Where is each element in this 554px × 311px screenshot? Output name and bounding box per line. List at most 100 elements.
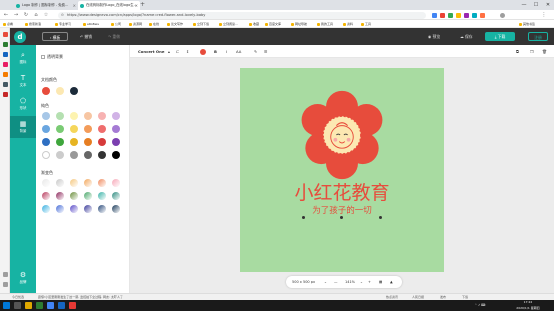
layer-icon[interactable]: ❒ [530, 45, 533, 58]
selection-handle[interactable] [302, 216, 305, 219]
app-shortcut-icon[interactable] [2, 42, 8, 47]
sidebar-item-shapes[interactable]: ⬠ 形状 [10, 93, 36, 115]
zoom-level-select[interactable]: 141% [345, 276, 355, 288]
doc-color-swatch[interactable] [70, 87, 78, 95]
bookmark-item[interactable]: 论文写作 [166, 20, 183, 28]
solid-color-swatch[interactable] [84, 125, 92, 133]
url-input[interactable]: ⊙ https://www.designevo.com/cn/apps/logo… [58, 11, 426, 19]
logo-title-text[interactable]: 小红花教育 [240, 181, 444, 205]
layers-icon[interactable]: ▲ [390, 276, 393, 288]
bookmark-item[interactable]: 资源网 [128, 20, 142, 28]
sidebar-item-brand[interactable]: ⚙ 品牌 [10, 267, 36, 289]
profile-avatar-icon[interactable] [500, 12, 505, 18]
solid-color-swatch[interactable] [42, 138, 50, 146]
solid-color-swatch[interactable] [42, 151, 50, 159]
selection-handle[interactable] [340, 216, 343, 219]
checkbox-icon[interactable] [41, 54, 45, 59]
curve-text-icon[interactable]: ✎ [254, 45, 257, 58]
bookmark-item[interactable]: 百度文库 [264, 20, 281, 28]
solid-color-swatch[interactable] [84, 151, 92, 159]
login-button[interactable]: 注册 [528, 32, 548, 41]
gradient-color-swatch[interactable] [112, 205, 120, 213]
bold-button[interactable]: B [214, 45, 217, 58]
canvas-size-select[interactable]: 500 x 500 px [292, 276, 315, 288]
font-family-select[interactable]: Concert One [138, 45, 164, 58]
doc-color-swatch[interactable] [42, 87, 50, 95]
settings-gear-icon[interactable] [2, 272, 8, 277]
align-icon[interactable]: ☰ [264, 45, 267, 58]
bookmark-item[interactable]: 公司 [110, 20, 121, 28]
gradient-color-swatch[interactable] [98, 179, 106, 187]
solid-color-swatch[interactable] [56, 151, 64, 159]
home-icon[interactable]: ⌂ [32, 11, 40, 19]
bookmark-item[interactable]: 搜索新浪 [24, 20, 41, 28]
solid-color-swatch[interactable] [98, 112, 106, 120]
letter-case-button[interactable]: AA [236, 45, 241, 58]
bookmark-item[interactable]: 立刻阅读… [218, 20, 238, 28]
solid-color-swatch[interactable] [70, 125, 78, 133]
doc-color-swatch[interactable] [56, 87, 64, 95]
gradient-color-swatch[interactable] [56, 205, 64, 213]
app-taskbar-icon[interactable] [69, 302, 76, 309]
gradient-color-swatch[interactable] [56, 179, 64, 187]
delete-icon[interactable]: 🗑 [542, 45, 547, 58]
bookmark-item[interactable]: 资料 [342, 20, 353, 28]
forward-arrow-icon[interactable]: → [12, 11, 20, 19]
undo-button[interactable]: ↶ 撤销 [80, 32, 92, 41]
reload-icon[interactable]: ↻ [22, 11, 30, 19]
dropdown-chevron-icon[interactable]: ⌄ [360, 276, 363, 288]
text-color-swatch[interactable] [200, 48, 206, 55]
sidebar-item-text[interactable]: T 文本 [10, 70, 36, 92]
save-button[interactable]: ☁ 保存 [460, 32, 473, 41]
solid-color-swatch[interactable] [70, 138, 78, 146]
selection-handle[interactable] [379, 216, 382, 219]
solid-color-swatch[interactable] [56, 112, 64, 120]
solid-color-swatch[interactable] [84, 138, 92, 146]
solid-color-swatch[interactable] [56, 138, 64, 146]
app-shortcut-icon[interactable] [2, 72, 8, 77]
solid-color-swatch[interactable] [112, 151, 120, 159]
app-shortcut-icon[interactable] [2, 82, 8, 87]
gradient-color-swatch[interactable] [42, 205, 50, 213]
minimize-button[interactable]: — [518, 0, 530, 10]
gradient-color-swatch[interactable] [112, 179, 120, 187]
search-taskbar-icon[interactable] [14, 302, 21, 309]
solid-color-swatch[interactable] [70, 151, 78, 159]
gradient-color-swatch[interactable] [70, 192, 78, 200]
bookmark-item[interactable]: 工具 [360, 20, 371, 28]
solid-color-swatch[interactable] [112, 112, 120, 120]
clock[interactable]: 17:22 2020/1/1 星期四 [506, 300, 550, 311]
download-button[interactable]: ⤓ 下载 [485, 32, 515, 41]
italic-button[interactable]: I [226, 45, 227, 58]
tab-close-icon[interactable]: × [73, 1, 76, 10]
solid-color-swatch[interactable] [42, 125, 50, 133]
sidebar-item-background[interactable]: ▦ 背景 [10, 116, 36, 138]
system-tray-icons[interactable]: ⌃ ♪ ⌨ [470, 300, 490, 311]
preview-button[interactable]: ◉ 预览 [428, 32, 440, 41]
extension-icon[interactable] [440, 12, 445, 18]
bookmark-item[interactable]: 网址导航 [290, 20, 307, 28]
zoom-out-button[interactable]: — [334, 276, 338, 288]
star-icon[interactable]: ☆ [42, 11, 50, 19]
browser-tab-logo-maker[interactable]: Logo 制作 | 图标制作 - 免费… × [14, 1, 78, 10]
redo-button[interactable]: ↷ 重做 [108, 32, 120, 41]
solid-color-swatch[interactable] [70, 112, 78, 120]
back-arrow-icon[interactable]: ← [2, 11, 10, 19]
bookmark-item[interactable]: 我的工具 [316, 20, 333, 28]
app-shortcut-icon[interactable] [2, 32, 8, 37]
gradient-color-swatch[interactable] [84, 179, 92, 187]
extension-icon[interactable] [464, 12, 469, 18]
line-height-icon[interactable]: ⇕ [186, 45, 189, 58]
gradient-color-swatch[interactable] [84, 205, 92, 213]
solid-color-swatch[interactable] [112, 125, 120, 133]
word-taskbar-icon[interactable] [58, 302, 65, 309]
bookmark-item[interactable]: eRoBeis [82, 20, 99, 28]
more-options-icon[interactable] [2, 282, 8, 287]
gradient-color-swatch[interactable] [70, 179, 78, 187]
logo-artboard[interactable]: 小红花教育 为了孩子的一切 [240, 68, 444, 272]
app-shortcut-icon[interactable] [2, 62, 8, 67]
solid-color-swatch[interactable] [112, 138, 120, 146]
maximize-button[interactable]: ☐ [530, 0, 542, 10]
extension-icon[interactable] [480, 12, 485, 18]
file-explorer-icon[interactable] [25, 302, 32, 309]
